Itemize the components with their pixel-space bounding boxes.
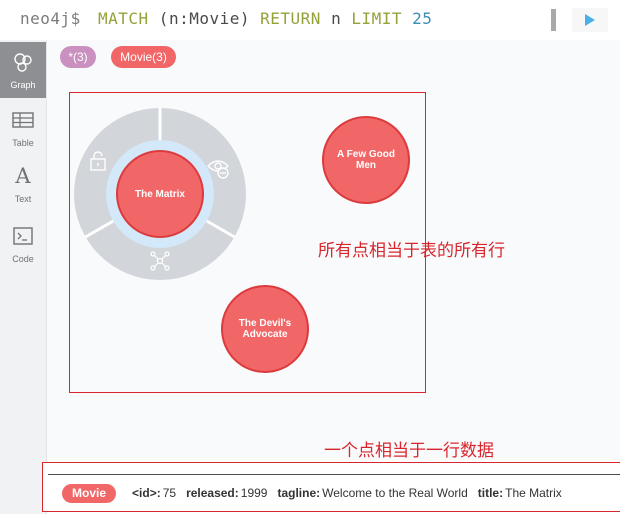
table-icon	[12, 112, 34, 128]
code-icon	[13, 227, 33, 245]
node-movie[interactable]: The Devil's Advocate	[221, 285, 309, 373]
text-icon: A	[15, 164, 31, 188]
node-properties-bar: Movie <id>: 75 released: 1999 tagline: Welcome…	[62, 484, 562, 504]
prompt: neo4j$	[20, 9, 81, 28]
properties-label-pill[interactable]: Movie	[62, 484, 117, 503]
query-bar: neo4j$ MATCH (n:Movie) RETURN n LIMIT 25	[0, 0, 620, 40]
sidebar-item-label: Table	[12, 138, 34, 148]
node-label: A Few Good Men	[337, 149, 395, 171]
query-limit-value: 25	[402, 9, 433, 28]
property-key: tagline:	[277, 485, 321, 500]
sidebar-item-label: Text	[14, 194, 32, 204]
annotation-one-node: 一个点相当于一行数据	[324, 441, 494, 460]
property-key: <id>:	[132, 485, 161, 500]
property-key: released:	[186, 485, 239, 500]
query-variable: n	[320, 9, 352, 28]
node-movie[interactable]: The Matrix	[116, 150, 204, 238]
property-value: Welcome to the Real World	[322, 485, 468, 500]
query-pattern: (n:Movie)	[148, 9, 261, 28]
property-value: The Matrix	[505, 485, 562, 500]
node-label: The Matrix	[134, 188, 185, 200]
play-icon	[585, 14, 595, 26]
sidebar-item-code[interactable]: Code	[0, 216, 46, 272]
sidebar-item-table[interactable]: Table	[0, 100, 46, 156]
property-value: 1999	[240, 485, 268, 500]
properties-divider	[48, 474, 620, 475]
sidebar-item-label: Graph	[10, 80, 36, 90]
label-pill-movie[interactable]: Movie(3)	[111, 46, 176, 68]
node-movie[interactable]: A Few Good Men	[322, 116, 410, 204]
sidebar-item-label: Code	[12, 254, 34, 264]
annotation-all-nodes: 所有点相当于表的所有行	[318, 241, 505, 260]
label-pill-all[interactable]: *(3)	[60, 46, 96, 68]
query-input[interactable]: MATCH (n:Movie) RETURN n LIMIT 25	[98, 9, 432, 28]
graph-icon	[14, 53, 32, 72]
sidebar-item-graph[interactable]: Graph	[0, 42, 46, 98]
node-label: The Devil's Advocate	[238, 318, 292, 340]
result-view-sidebar: Graph Table A Text Code	[0, 40, 47, 514]
query-keyword-match: MATCH	[98, 9, 149, 28]
query-keyword-return: RETURN	[260, 9, 321, 28]
query-keyword-limit: LIMIT	[351, 9, 403, 28]
property-value: 75	[162, 485, 177, 500]
editor-scrollbar[interactable]	[551, 9, 556, 31]
property-key: title:	[477, 485, 504, 500]
run-button[interactable]	[572, 8, 608, 32]
sidebar-item-text[interactable]: A Text	[0, 156, 46, 212]
